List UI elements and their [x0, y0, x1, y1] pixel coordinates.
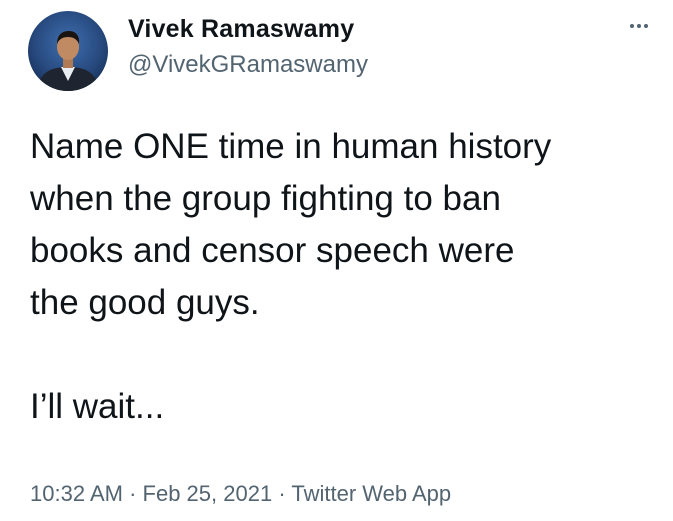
separator: · — [129, 481, 137, 506]
author-handle[interactable]: @VivekGRamaswamy — [128, 51, 368, 79]
tweet-time: 10:32 AM — [30, 481, 123, 506]
more-options-icon[interactable] — [625, 12, 653, 40]
tweet-source[interactable]: Twitter Web App — [291, 481, 451, 506]
author-name[interactable]: Vivek Ramaswamy — [128, 15, 354, 44]
tweet-card: Vivek Ramaswamy @VivekGRamaswamy Name ON… — [0, 0, 673, 521]
avatar[interactable] — [28, 11, 108, 91]
profile-photo-icon — [28, 11, 108, 91]
tweet-timestamp-link[interactable]: 10:32 AM · Feb 25, 2021 — [30, 481, 272, 506]
tweet-line: books and censor speech were — [30, 231, 515, 270]
separator: · — [278, 481, 286, 506]
tweet-line: the good guys. — [30, 283, 260, 322]
dot — [630, 24, 634, 28]
tweet-date: Feb 25, 2021 — [142, 481, 273, 506]
tweet-line: Name ONE time in human history — [30, 127, 552, 166]
tweet-closing-line: I’ll wait... — [30, 387, 165, 426]
tweet-metadata: 10:32 AM · Feb 25, 2021 · Twitter Web Ap… — [30, 481, 451, 507]
tweet-text: Name ONE time in human history when the … — [30, 121, 665, 433]
tweet-line: when the group fighting to ban — [30, 179, 501, 218]
dot — [644, 24, 648, 28]
dot — [637, 24, 641, 28]
